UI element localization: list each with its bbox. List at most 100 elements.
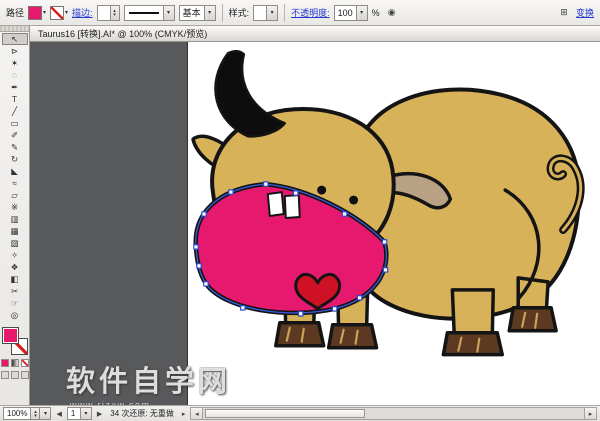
- anchor-point[interactable]: [383, 268, 387, 272]
- scroll-left-icon[interactable]: ◂: [191, 408, 203, 419]
- chevron-down-icon: ▾: [43, 9, 46, 16]
- symbol-sprayer-tool[interactable]: ※: [2, 201, 28, 213]
- stroke-panel-link[interactable]: 描边:: [72, 6, 93, 19]
- zoom-level-value: 100%: [4, 409, 30, 418]
- scale-tool[interactable]: ◣: [2, 165, 28, 177]
- bull-right-eye[interactable]: [349, 196, 358, 205]
- bull-left-eye[interactable]: [317, 186, 326, 195]
- spinner-down-icon[interactable]: ▾: [31, 414, 39, 418]
- type-tool[interactable]: T: [2, 93, 28, 105]
- stroke-color-control[interactable]: ▾: [50, 6, 68, 20]
- gradient-tool[interactable]: ▨: [2, 237, 28, 249]
- anchor-point[interactable]: [299, 312, 303, 316]
- style-label: 样式:: [229, 6, 250, 19]
- opacity-value: 100: [335, 8, 356, 18]
- anchor-point[interactable]: [229, 190, 233, 194]
- scissors-tool[interactable]: ✂: [2, 285, 28, 297]
- bull-front-right-hoof[interactable]: [329, 325, 377, 348]
- anchor-point[interactable]: [342, 212, 346, 216]
- none-mode-button[interactable]: [21, 359, 29, 367]
- bull-hind-far-hoof[interactable]: [509, 308, 556, 331]
- free-transform-tool[interactable]: ▱: [2, 189, 28, 201]
- status-menu-icon[interactable]: ▸: [180, 410, 188, 418]
- rectangle-tool[interactable]: ▭: [2, 117, 28, 129]
- toolbar-fill-swatch[interactable]: [2, 327, 19, 344]
- bull-black-horn[interactable]: [215, 51, 284, 136]
- spinner-icon[interactable]: ▴▾: [30, 408, 39, 419]
- anchor-point[interactable]: [194, 245, 198, 249]
- bull-tooth-left[interactable]: [268, 192, 284, 216]
- fill-color-control[interactable]: ▾: [28, 6, 46, 20]
- mesh-tool[interactable]: ▦: [2, 225, 28, 237]
- opacity-combo[interactable]: 100 ▾: [334, 5, 368, 21]
- opacity-unit-label: %: [372, 8, 380, 18]
- chevron-down-icon: ▾: [266, 6, 277, 20]
- pen-tool[interactable]: ✒: [2, 81, 28, 93]
- eyedropper-tool[interactable]: ✧: [2, 249, 28, 261]
- line-segment-tool[interactable]: ╱: [2, 105, 28, 117]
- recolor-artwork-icon[interactable]: ◉: [384, 5, 400, 21]
- artboard[interactable]: [187, 42, 600, 405]
- screen-mode-normal-button[interactable]: [1, 371, 9, 379]
- align-grid-icon[interactable]: ⊞: [556, 5, 572, 21]
- previous-page-button[interactable]: ◀: [54, 410, 63, 418]
- transform-link[interactable]: 变换: [576, 6, 594, 19]
- separator: [222, 4, 223, 22]
- screen-mode-full-button[interactable]: [21, 371, 29, 379]
- anchor-point[interactable]: [241, 306, 245, 310]
- opacity-link[interactable]: 不透明度:: [291, 6, 330, 19]
- paintbrush-tool[interactable]: ✐: [2, 129, 28, 141]
- scrollbar-thumb[interactable]: [205, 409, 365, 418]
- page-number-combo[interactable]: 1 ▾: [67, 407, 92, 420]
- anchor-point[interactable]: [294, 191, 298, 195]
- warp-tool[interactable]: ≈: [2, 177, 28, 189]
- lasso-tool[interactable]: ◌: [2, 69, 28, 81]
- stroke-width-combo[interactable]: ▴▾: [97, 5, 120, 21]
- scrollbar-track[interactable]: [203, 408, 584, 419]
- graph-tool[interactable]: ▥: [2, 213, 28, 225]
- rotate-tool[interactable]: ↻: [2, 153, 28, 165]
- anchor-point[interactable]: [264, 182, 268, 186]
- gradient-mode-button[interactable]: [11, 359, 19, 367]
- direct-selection-tool[interactable]: ⊳: [2, 45, 28, 57]
- tools-panel: ↖⊳✶◌✒T╱▭✐✎↻◣≈▱※▥▦▨✧❖◧✂☞◎: [0, 26, 30, 405]
- blend-tool[interactable]: ❖: [2, 261, 28, 273]
- screen-mode-menu-button[interactable]: [11, 371, 19, 379]
- bull-hind-near-leg[interactable]: [452, 290, 493, 338]
- selection-type-label: 路径: [6, 6, 24, 19]
- stroke-profile-preview: [129, 12, 159, 14]
- color-mode-button[interactable]: [1, 359, 9, 367]
- zoom-tool[interactable]: ◎: [2, 309, 28, 321]
- live-paint-bucket-tool[interactable]: ◧: [2, 273, 28, 285]
- horizontal-scrollbar[interactable]: ◂ ▸: [190, 407, 597, 420]
- chevron-down-icon: ▾: [65, 9, 68, 16]
- scroll-right-icon[interactable]: ▸: [584, 408, 596, 419]
- zoom-level-combo[interactable]: 100% ▴▾ ▾: [3, 407, 51, 420]
- anchor-point[interactable]: [332, 307, 336, 311]
- anchor-point[interactable]: [204, 282, 208, 286]
- magic-wand-tool[interactable]: ✶: [2, 57, 28, 69]
- document-title: Taurus16 [转换].AI* @ 100% (CMYK/预览): [38, 27, 207, 40]
- spinner-down-icon[interactable]: ▾: [111, 13, 119, 17]
- screen-mode-row: [1, 371, 29, 379]
- bull-illustration: [188, 42, 600, 405]
- pencil-tool[interactable]: ✎: [2, 141, 28, 153]
- anchor-point[interactable]: [382, 240, 386, 244]
- page-number-value: 1: [68, 409, 80, 418]
- selection-tool[interactable]: ↖: [2, 33, 28, 45]
- bull-tooth-right[interactable]: [285, 195, 300, 218]
- anchor-point[interactable]: [357, 296, 361, 300]
- anchor-point[interactable]: [202, 212, 206, 216]
- document-tab[interactable]: Taurus16 [转换].AI* @ 100% (CMYK/预览): [30, 26, 600, 42]
- stroke-profile-dropdown[interactable]: ▾: [124, 5, 175, 21]
- anchor-point[interactable]: [197, 264, 201, 268]
- hand-tool[interactable]: ☞: [2, 297, 28, 309]
- bull-front-left-hoof[interactable]: [276, 323, 324, 346]
- next-page-button[interactable]: ▶: [95, 410, 104, 418]
- brush-definition-dropdown[interactable]: 基本 ▾: [179, 5, 216, 21]
- chevron-down-icon: ▾: [204, 6, 215, 20]
- spinner-icon[interactable]: ▴▾: [110, 6, 119, 20]
- separator: [284, 4, 285, 22]
- bull-hind-near-hoof[interactable]: [443, 333, 502, 355]
- style-dropdown[interactable]: ▾: [253, 5, 278, 21]
